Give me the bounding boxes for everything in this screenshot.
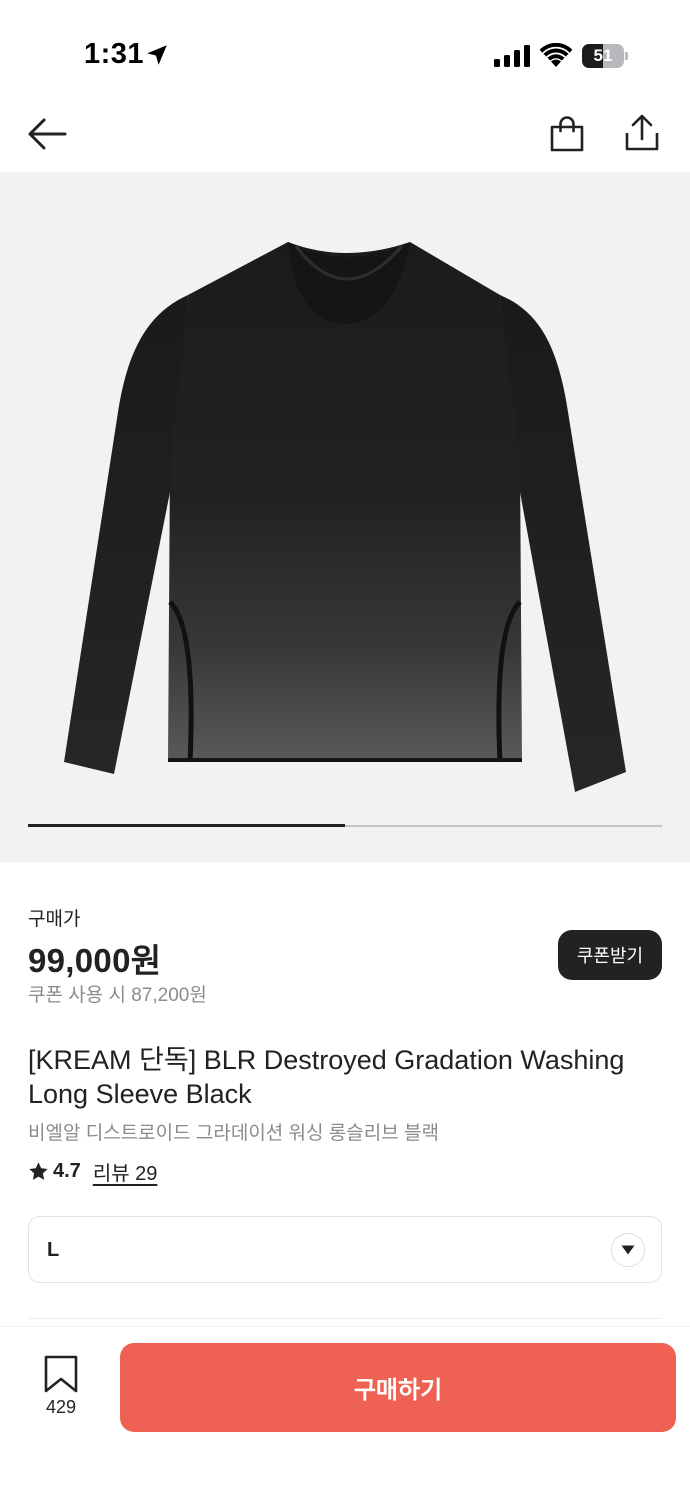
shopping-bag-button[interactable]	[544, 110, 590, 158]
divider	[28, 1318, 662, 1319]
review-link[interactable]: 리뷰 29	[93, 1157, 158, 1186]
price: 99,000원	[28, 942, 162, 979]
star-icon	[29, 1161, 48, 1180]
product-title-korean: 비엘알 디스트로이드 그라데이션 워싱 롱슬리브 블랙	[28, 1123, 439, 1144]
arrow-left-icon	[28, 118, 67, 150]
price-label: 구매가	[28, 909, 81, 930]
rating-value: 4.7	[53, 1159, 81, 1182]
chevron-down-icon	[611, 1233, 645, 1267]
buy-button[interactable]: 구매하기	[120, 1343, 676, 1432]
product-gallery[interactable]	[0, 172, 690, 862]
gallery-progress-bar	[28, 824, 662, 827]
share-icon	[625, 114, 659, 151]
battery-level: 51	[593, 46, 613, 65]
gallery-progress-fill	[28, 824, 345, 827]
battery-icon: 51	[582, 44, 628, 68]
get-coupon-button[interactable]: 쿠폰받기	[558, 930, 662, 980]
back-button[interactable]	[22, 112, 72, 156]
cellular-signal-icon	[494, 45, 530, 67]
rating-row: 4.7 리뷰 29	[28, 1156, 157, 1186]
bookmark-icon	[44, 1355, 78, 1393]
shopping-bag-icon	[550, 116, 584, 152]
top-nav-bar	[0, 100, 690, 172]
share-button[interactable]	[618, 108, 666, 158]
product-title: [KREAM 단독] BLR Destroyed Gradation Washi…	[28, 1045, 625, 1109]
location-arrow-icon	[147, 45, 167, 65]
bottom-action-bar: 429 구매하기	[0, 1326, 690, 1500]
status-bar: 1:31 51	[0, 0, 690, 100]
coupon-price: 쿠폰 사용 시 87,200원	[28, 985, 207, 1006]
product-image	[64, 242, 626, 792]
wifi-icon	[540, 43, 572, 67]
wishlist-count: 429	[45, 1397, 77, 1417]
size-selected-value: L	[47, 1239, 60, 1261]
wishlist-button[interactable]: 429	[30, 1355, 92, 1421]
status-time: 1:31	[84, 38, 145, 70]
size-select[interactable]: L	[28, 1216, 662, 1283]
